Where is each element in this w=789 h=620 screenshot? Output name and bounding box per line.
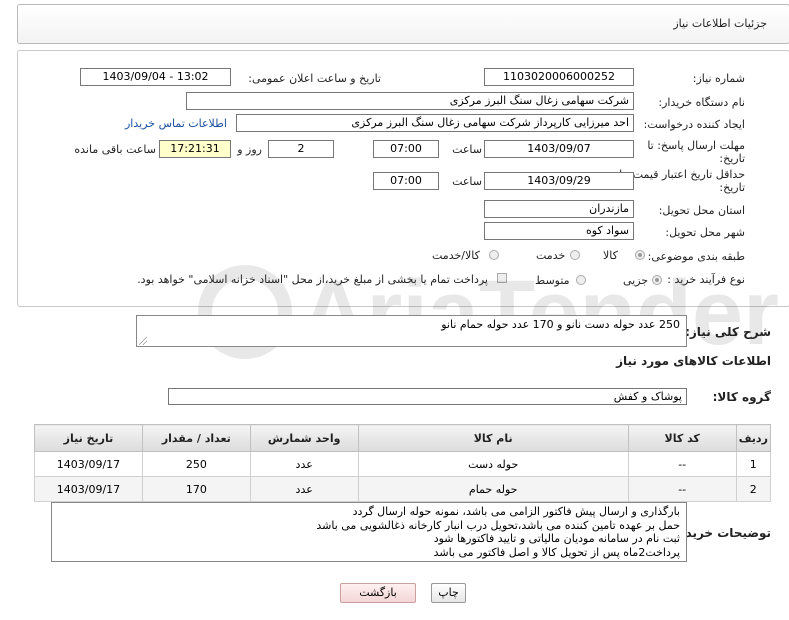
cell-need-date: 1403/09/17 xyxy=(34,451,143,477)
purchase-type-radio-minor[interactable] xyxy=(652,275,662,285)
delivery-city-label: شهر محل تحویل: xyxy=(665,226,745,239)
reply-deadline-label-date: تاریخ: xyxy=(719,152,745,165)
cell-item-name: حوله حمام xyxy=(357,476,629,502)
need-number-field[interactable]: 1103020006000252 xyxy=(484,68,634,86)
buyer-org-label: نام دستگاه خریدار: xyxy=(658,96,745,109)
goods-section-title: اطلاعات کالاهای مورد نیاز xyxy=(616,354,771,368)
buyer-notes-line: پرداخت2ماه پس از تحویل کالا و اصل فاکتور… xyxy=(433,545,680,559)
announce-datetime-field[interactable]: 1403/09/04 - 13:02 xyxy=(80,68,231,86)
reply-deadline-time[interactable]: 07:00 xyxy=(373,140,439,158)
cell-unit: عدد xyxy=(249,451,359,477)
buyer-notes-line: بارگذاری و ارسال پیش فاکتور الزامی می با… xyxy=(352,505,680,518)
buyer-notes-line: حمل بر عهده تامین کننده می باشد،تحویل در… xyxy=(316,518,680,532)
treasury-payment-checkbox[interactable] xyxy=(497,273,507,283)
col-header-unit: واحد شمارش xyxy=(249,424,359,452)
category-option-goods-service: کالا/خدمت xyxy=(432,249,480,262)
goods-group-field[interactable]: پوشاک و کفش xyxy=(168,388,687,405)
resize-grip-icon[interactable] xyxy=(139,337,147,345)
buyer-notes-line: ثبت نام در سامانه مودیان مالیاتی و تایید… xyxy=(433,532,680,545)
cell-item-code: -- xyxy=(627,451,737,477)
summary-field[interactable]: 250 عدد حوله دست نانو و 170 عدد حوله حما… xyxy=(136,315,687,347)
reply-deadline-label: مهلت ارسال پاسخ: تا xyxy=(647,139,745,152)
cell-item-name: حوله دست xyxy=(357,451,629,477)
cell-need-date: 1403/09/17 xyxy=(34,476,143,502)
price-validity-date[interactable]: 1403/09/29 xyxy=(484,172,634,190)
delivery-province-label: استان محل تحویل: xyxy=(658,204,745,217)
days-label: روز و xyxy=(237,143,262,156)
purchase-type-label: نوع فرآیند خرید : xyxy=(667,273,745,286)
cell-quantity: 250 xyxy=(141,451,251,477)
cell-quantity: 170 xyxy=(141,476,251,502)
requester-label: ایجاد کننده درخواست: xyxy=(643,118,745,131)
purchase-type-option-minor: جزیی xyxy=(623,274,649,287)
col-header-need-date: تاریخ نیاز xyxy=(34,424,143,452)
table-row[interactable]: 1 -- حوله دست عدد 250 1403/09/17 xyxy=(34,451,772,477)
col-header-row-number: ردیف xyxy=(735,424,772,452)
category-option-service: خدمت xyxy=(536,249,566,262)
summary-text: 250 عدد حوله دست نانو و 170 عدد حوله حما… xyxy=(441,318,680,331)
page-title: جزئیات اطلاعات نیاز xyxy=(673,17,767,30)
requester-field[interactable]: احد میرزایی کارپرداز شرکت سهامی زغال سنگ… xyxy=(236,114,634,132)
goods-group-label: گروه کالا: xyxy=(712,390,771,404)
days-remaining-field[interactable]: 2 xyxy=(268,140,334,158)
back-button[interactable]: بازگشت xyxy=(340,583,416,603)
price-validity-time[interactable]: 07:00 xyxy=(373,172,439,190)
category-option-goods: کالا xyxy=(603,249,618,262)
treasury-payment-note: پرداخت تمام یا بخشی از مبلغ خرید،از محل … xyxy=(137,273,488,286)
delivery-city-field[interactable]: سواد کوه xyxy=(484,222,634,240)
cell-item-code: -- xyxy=(627,476,737,502)
purchase-type-radio-medium[interactable] xyxy=(576,275,586,285)
announce-datetime-label: تاریخ و ساعت اعلان عمومی: xyxy=(248,72,381,85)
remaining-time-label: ساعت باقی مانده xyxy=(74,143,156,156)
category-radio-service[interactable] xyxy=(570,250,580,260)
delivery-province-field[interactable]: مازندران xyxy=(484,200,634,218)
cell-row-number: 2 xyxy=(735,476,772,502)
col-header-item-name: نام کالا xyxy=(357,424,629,452)
category-radio-goods[interactable] xyxy=(635,250,645,260)
table-row[interactable]: 2 -- حوله حمام عدد 170 1403/09/17 xyxy=(34,476,772,502)
table-header-row: ردیف کد کالا نام کالا واحد شمارش تعداد /… xyxy=(34,424,772,452)
purchase-type-option-medium: متوسط xyxy=(535,274,570,287)
col-header-quantity: تعداد / مقدار xyxy=(141,424,251,452)
reply-deadline-time-label: ساعت xyxy=(452,143,482,156)
col-header-item-code: کد کالا xyxy=(627,424,737,452)
category-label: طبقه بندی موضوعی: xyxy=(647,250,745,263)
summary-label: شرح کلی نیاز: xyxy=(685,325,771,339)
price-validity-label-date: تاریخ: xyxy=(719,181,745,194)
remaining-time-field[interactable]: 17:21:31 xyxy=(159,140,231,158)
cell-unit: عدد xyxy=(249,476,359,502)
buyer-contact-link[interactable]: اطلاعات تماس خریدار xyxy=(125,117,227,130)
category-radio-goods-service[interactable] xyxy=(489,250,499,260)
price-validity-time-label: ساعت xyxy=(452,175,482,188)
buyer-notes-field[interactable]: بارگذاری و ارسال پیش فاکتور الزامی می با… xyxy=(51,502,687,562)
buyer-org-field[interactable]: شرکت سهامی زغال سنگ البرز مرکزی xyxy=(186,92,634,110)
cell-row-number: 1 xyxy=(735,451,772,477)
reply-deadline-date[interactable]: 1403/09/07 xyxy=(484,140,634,158)
print-button[interactable]: چاپ xyxy=(431,583,466,603)
price-validity-label: حداقل تاریخ اعتبار قیمت: تا xyxy=(619,168,745,181)
page-header: جزئیات اطلاعات نیاز xyxy=(17,4,789,44)
need-number-label: شماره نیاز: xyxy=(692,72,745,85)
goods-table: ردیف کد کالا نام کالا واحد شمارش تعداد /… xyxy=(34,424,772,502)
